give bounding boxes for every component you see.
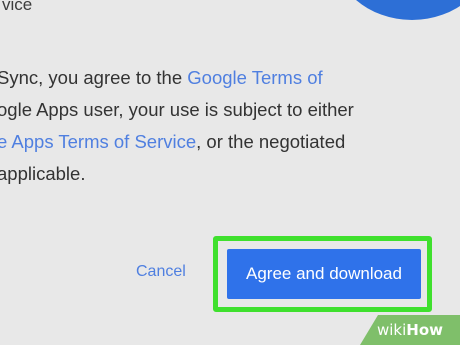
cancel-button[interactable]: Cancel	[136, 263, 186, 281]
google-terms-link[interactable]: Google Terms of	[187, 67, 322, 88]
terms-line-1-prefix: Sync, you agree to the	[0, 67, 188, 88]
brand-circle-graphic	[332, 0, 460, 20]
terms-line-2: ogle Apps user, your use is subject to e…	[0, 99, 354, 120]
terms-line-3: e Apps Terms of Service, or the negotiat…	[0, 126, 354, 158]
cropped-header-text: vice	[2, 0, 33, 14]
agree-and-download-button[interactable]: Agree and download	[227, 249, 421, 299]
terms-line-3-suffix: , or the negotiated	[196, 131, 346, 152]
watermark-wiki: wiki	[376, 321, 407, 339]
terms-line-4: applicable.	[0, 163, 86, 184]
terms-line-1: Sync, you agree to the Google Terms of	[0, 62, 354, 94]
terms-text: Sync, you agree to the Google Terms of o…	[0, 62, 354, 190]
apps-terms-link[interactable]: e Apps Terms of Service	[0, 131, 196, 152]
watermark-how: How	[406, 321, 443, 339]
download-dialog: vice Sync, you agree to the Google Terms…	[0, 0, 460, 345]
wikihow-watermark: wiki How	[360, 315, 460, 345]
